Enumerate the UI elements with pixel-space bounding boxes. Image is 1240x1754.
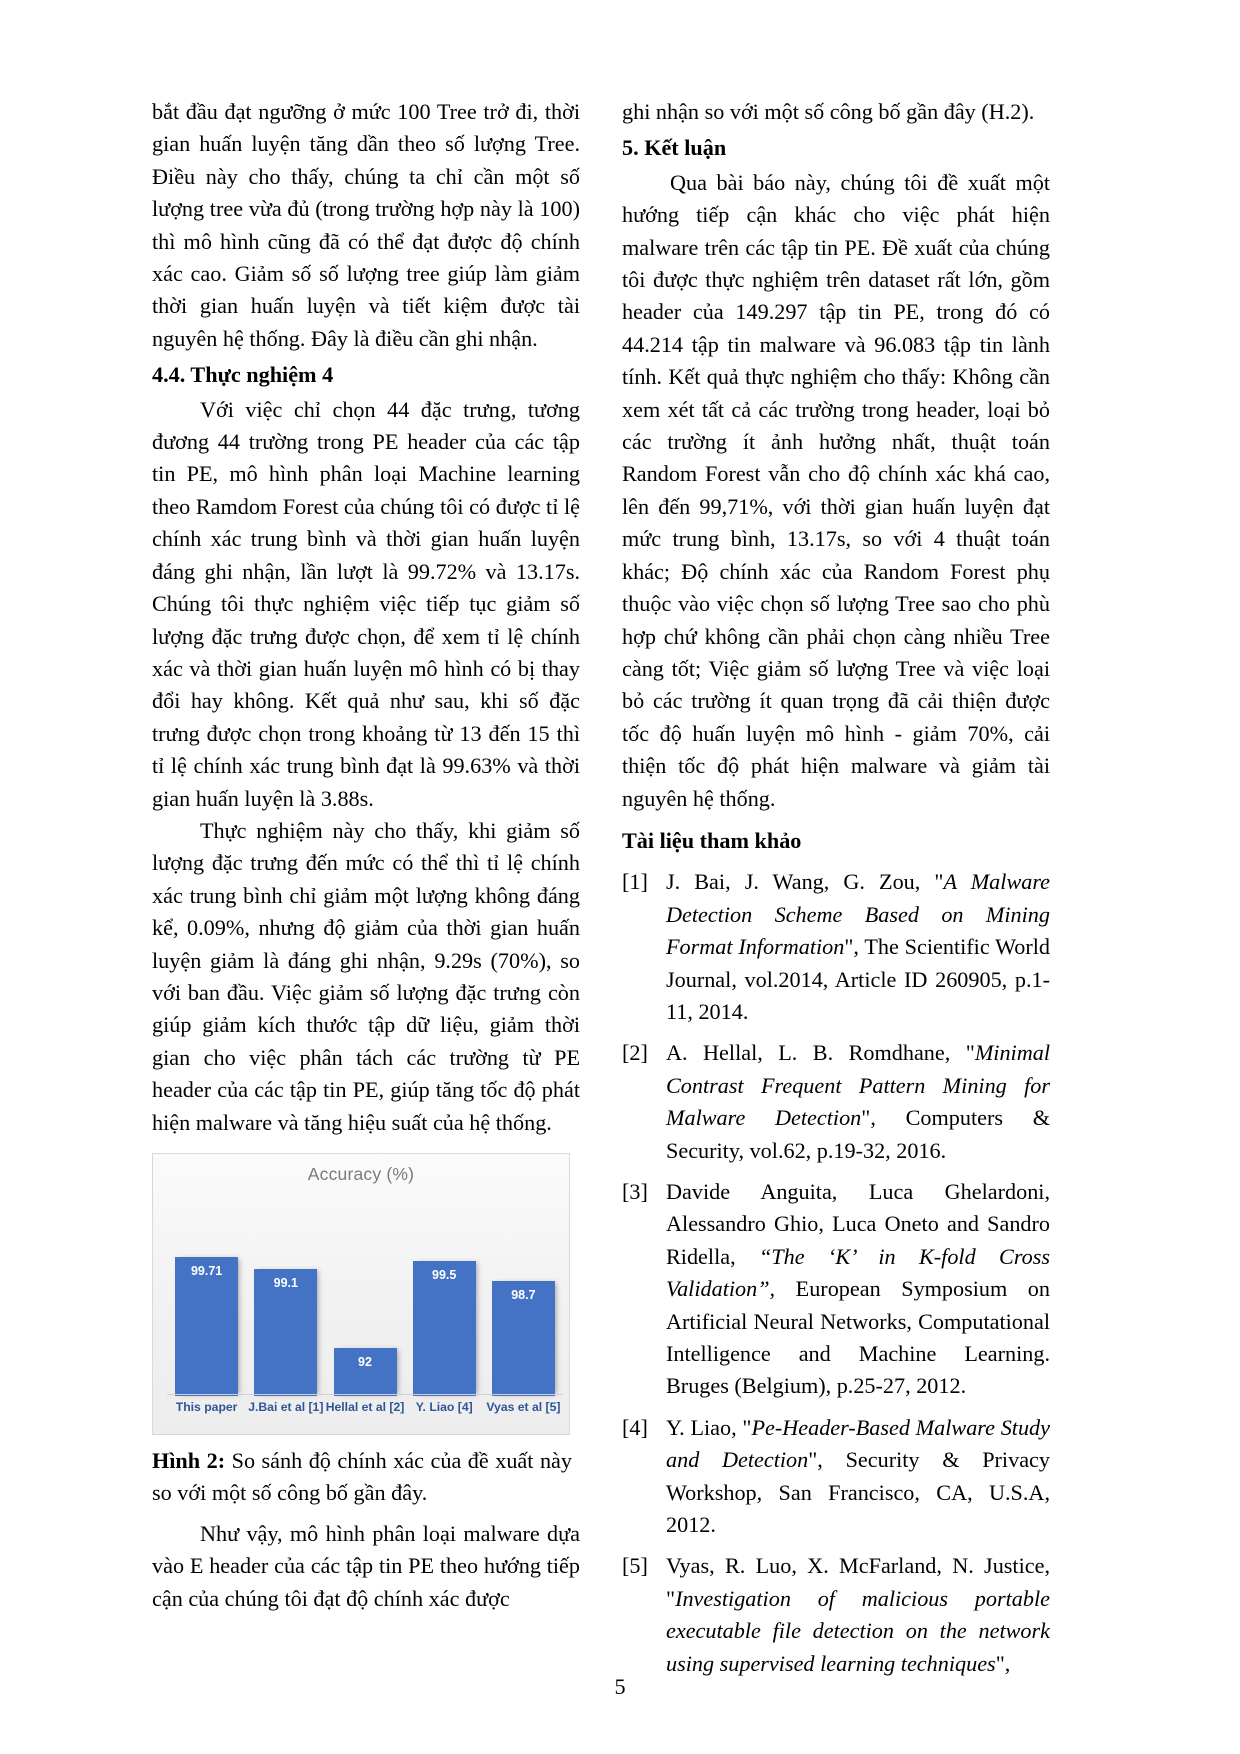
chart-x-axis-labels: This paper J.Bai et al [1] Hellal et al …	[167, 1394, 563, 1426]
conclusion-paragraph: Qua bài báo này, chúng tôi đề xuất một h…	[622, 169, 1050, 811]
reference-detail: A. Hellal, L. B. Romdhane, "	[666, 1040, 975, 1066]
two-column-layout: bắt đầu đạt ngưỡng ở mức 100 Tree trở đi…	[152, 96, 1090, 1680]
reference-text: J. Bai, J. Wang, G. Zou, "A Malware Dete…	[666, 866, 1050, 1028]
x-tick-label: Y. Liao [4]	[415, 1400, 473, 1414]
reference-number: [4]	[622, 1414, 648, 1440]
reference-text: A. Hellal, L. B. Romdhane, "Minimal Cont…	[666, 1037, 1050, 1167]
reference-number: [5]	[622, 1553, 648, 1579]
reference-item: [3] Davide Anguita, Luca Ghelardoni, Ale…	[622, 1176, 1050, 1403]
figure-caption: Hình 2: So sánh độ chính xác của đề xuất…	[152, 1445, 572, 1510]
reference-text: Y. Liao, "Pe-Header-Based Malware Study …	[666, 1412, 1050, 1542]
right-paragraph-continued: ghi nhận so với một số công bố gần đây (…	[622, 99, 1035, 124]
bar-slot: 98.7	[484, 1198, 563, 1396]
bar-slot: 99.1	[246, 1198, 325, 1396]
reference-number: [3]	[622, 1179, 648, 1204]
reference-title: Investigation of malicious portable exec…	[666, 1585, 1050, 1676]
bar-value-label: 98.7	[511, 1288, 536, 1303]
bar-value-label: 99.71	[190, 1264, 223, 1279]
reference-detail: ",	[995, 1650, 1011, 1676]
x-tick-label: This paper	[175, 1400, 238, 1414]
bar-value-label: 99.1	[273, 1276, 298, 1291]
left-paragraph-2: Với việc chỉ chọn 44 đặc trưng, tương đư…	[152, 396, 580, 811]
reference-number: [1]	[622, 869, 648, 895]
figure-caption-label: Hình 2:	[152, 1448, 226, 1473]
reference-item: [4] Y. Liao, "Pe-Header-Based Malware Stu…	[622, 1412, 1050, 1542]
bar-slot: 99.71	[167, 1198, 246, 1396]
bar-slot: 92	[325, 1198, 404, 1396]
reference-detail: Y. Liao, "	[666, 1414, 752, 1440]
bar-slot: 99.5	[405, 1198, 484, 1396]
figure-2: Accuracy (%) 99.71 99.1 92 99.5 98.7 Thi…	[152, 1153, 572, 1510]
reference-text: Davide Anguita, Luca Ghelardoni, Alessan…	[666, 1176, 1050, 1403]
references-heading: Tài liệu tham khảo	[622, 827, 802, 853]
reference-item: [5] Vyas, R. Luo, X. McFarland, N. Justic…	[622, 1550, 1050, 1680]
x-tick-label: Vyas et al [5]	[486, 1400, 561, 1414]
reference-item: [1] J. Bai, J. Wang, G. Zou, "A Malware D…	[622, 866, 1050, 1028]
bar-this-paper: 99.71	[175, 1257, 239, 1396]
chart-title: Accuracy (%)	[307, 1164, 415, 1184]
bar-value-label: 99.5	[432, 1268, 457, 1283]
reference-number: [2]	[622, 1040, 648, 1066]
section-heading-5: 5. Kết luận	[622, 135, 727, 161]
accuracy-bar-chart: Accuracy (%) 99.71 99.1 92 99.5 98.7 Thi…	[152, 1153, 570, 1435]
x-tick-label: J.Bai et al [1]	[248, 1400, 324, 1414]
page-number: 5	[614, 1674, 626, 1699]
chart-plot-area: 99.71 99.1 92 99.5 98.7	[167, 1198, 563, 1396]
bar-yliao: 99.5	[412, 1261, 476, 1396]
x-tick-label: Hellal et al [2]	[325, 1400, 405, 1414]
left-paragraph-1: bắt đầu đạt ngưỡng ở mức 100 Tree trở đi…	[152, 99, 580, 351]
references-list: [1] J. Bai, J. Wang, G. Zou, "A Malware D…	[622, 866, 1050, 1680]
left-paragraph-3: Thực nghiệm này cho thấy, khi giảm số lư…	[152, 817, 580, 1135]
bar-jbai: 99.1	[254, 1269, 318, 1396]
right-column: ghi nhận so với một số công bố gần đây (…	[622, 96, 1050, 1680]
bar-hellal: 92	[333, 1348, 397, 1396]
section-heading-4-4: 4.4. Thực nghiệm 4	[152, 362, 334, 388]
left-column: bắt đầu đạt ngưỡng ở mức 100 Tree trở đi…	[152, 96, 580, 1615]
reference-detail: J. Bai, J. Wang, G. Zou, "	[666, 869, 944, 895]
reference-item: [2] A. Hellal, L. B. Romdhane, "Minimal C…	[622, 1037, 1050, 1167]
left-paragraph-4: Như vậy, mô hình phân loại malware dựa v…	[152, 1520, 580, 1611]
bar-value-label: 92	[358, 1355, 372, 1370]
paper-page: bắt đầu đạt ngưỡng ở mức 100 Tree trở đi…	[0, 0, 1240, 1754]
bar-vyas: 98.7	[491, 1281, 555, 1396]
reference-text: Vyas, R. Luo, X. McFarland, N. Justice, …	[666, 1550, 1050, 1680]
